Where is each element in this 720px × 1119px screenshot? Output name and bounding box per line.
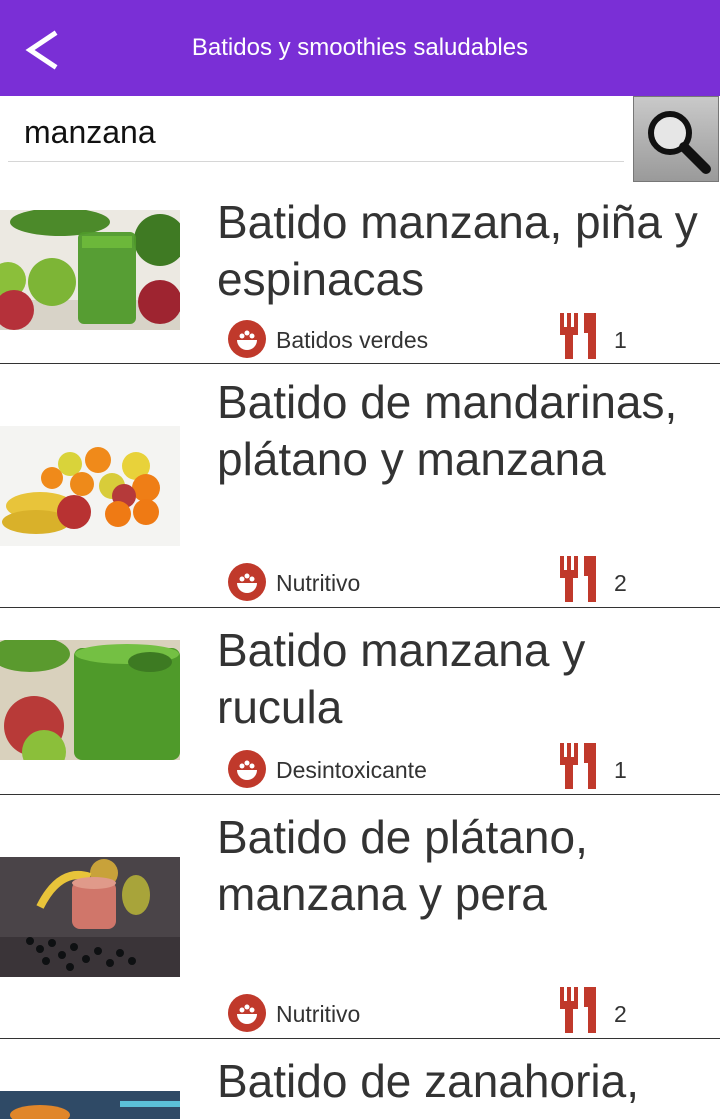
search-button[interactable] bbox=[633, 96, 719, 182]
servings-icon bbox=[560, 743, 596, 789]
servings-icon bbox=[560, 987, 596, 1033]
magnifier-icon bbox=[648, 111, 711, 174]
search-bar bbox=[0, 96, 720, 184]
recipe-meta: Desintoxicante 1 bbox=[228, 743, 708, 789]
recipe-meta: Nutritivo 2 bbox=[228, 556, 708, 602]
recipe-thumbnail bbox=[0, 1091, 180, 1119]
recipe-title: Batido manzana y rucula bbox=[217, 624, 586, 733]
servings-count: 1 bbox=[614, 757, 627, 783]
category-icon bbox=[228, 563, 266, 601]
category-label: Desintoxicante bbox=[276, 757, 427, 783]
recipe-title: Batido de mandarinas, plátano y manzana bbox=[217, 376, 678, 485]
recipe-title: Batido manzana, piña y espinacas bbox=[217, 196, 698, 305]
servings-count: 1 bbox=[614, 327, 627, 353]
category-icon bbox=[228, 750, 266, 788]
category-icon bbox=[228, 994, 266, 1032]
recipe-title: Batido de zanahoria, bbox=[217, 1055, 639, 1107]
servings-icon bbox=[560, 556, 596, 602]
category-label: Nutritivo bbox=[276, 1001, 361, 1027]
list-item[interactable]: Batido de zanahoria, bbox=[0, 1039, 720, 1119]
servings-count: 2 bbox=[614, 1001, 627, 1027]
recipe-thumbnail bbox=[0, 857, 180, 977]
category-icon bbox=[228, 320, 266, 358]
category-label: Nutritivo bbox=[276, 570, 361, 596]
back-arrow-icon[interactable] bbox=[22, 30, 66, 70]
recipe-meta: Batidos verdes 1 bbox=[228, 313, 708, 359]
recipe-thumbnail bbox=[0, 640, 180, 760]
list-item[interactable]: Batido manzana, piña y espinacas Batidos… bbox=[0, 184, 720, 364]
list-item[interactable]: Batido manzana y rucula Desintoxicante 1 bbox=[0, 608, 720, 795]
category-label: Batidos verdes bbox=[276, 327, 429, 353]
list-item[interactable]: Batido de mandarinas, plátano y manzana … bbox=[0, 364, 720, 608]
recipe-meta: Nutritivo 2 bbox=[228, 987, 708, 1033]
recipe-thumbnail bbox=[0, 426, 180, 546]
results-list: Batido manzana, piña y espinacas Batidos… bbox=[0, 184, 720, 1119]
app-bar: Batidos y smoothies saludables bbox=[0, 0, 720, 96]
servings-count: 2 bbox=[614, 570, 627, 596]
recipe-thumbnail bbox=[0, 210, 180, 330]
search-input[interactable] bbox=[8, 104, 624, 162]
list-item[interactable]: Batido de plátano, manzana y pera Nutrit… bbox=[0, 795, 720, 1039]
app-title: Batidos y smoothies saludables bbox=[191, 34, 529, 61]
servings-icon bbox=[560, 313, 596, 359]
recipe-title: Batido de plátano, manzana y pera bbox=[217, 811, 588, 920]
